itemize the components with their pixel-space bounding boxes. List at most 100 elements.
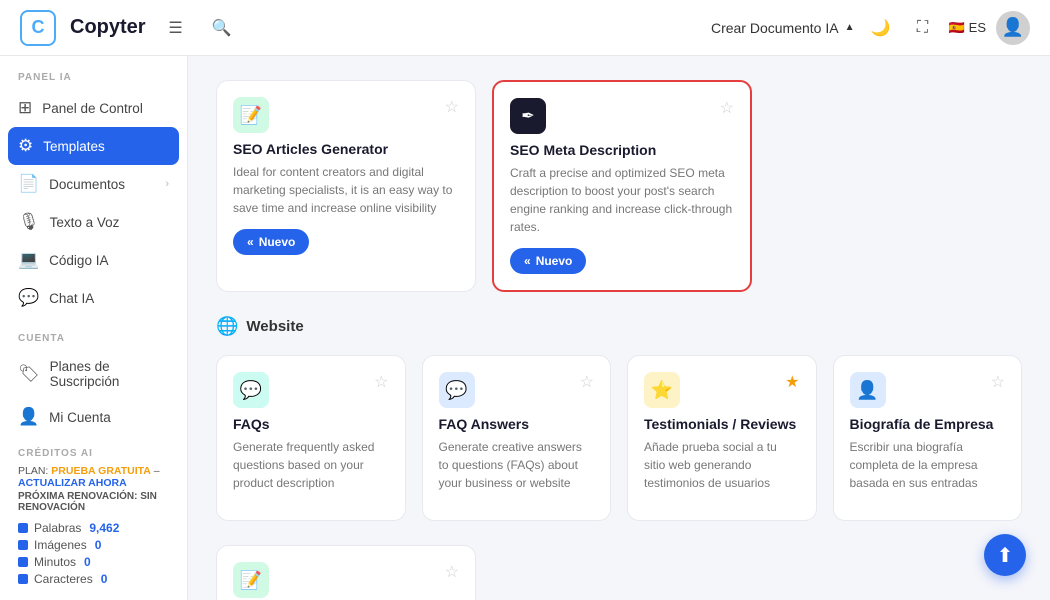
topbar-right: Crear Documento IA ▲ 🌙 ⛶ 🇪🇸 ES 👤	[711, 11, 1030, 45]
sidebar-item-mi-cuenta[interactable]: 👤 Mi Cuenta	[0, 398, 187, 436]
panel-ia-label: PANEL IA	[0, 56, 187, 89]
seo-articles-nuevo-button[interactable]: « Nuevo	[233, 229, 309, 255]
card-faq-answers-top: 💬 ☆	[439, 372, 595, 408]
palabras-dot	[18, 523, 28, 533]
card-boletines[interactable]: 📝 ☆ Generador de Boletines Genere un bol…	[216, 545, 476, 600]
card-faqs-top: 💬 ☆	[233, 372, 389, 408]
seo-meta-btn-icon: «	[524, 254, 531, 268]
codigo-ia-label: Código IA	[49, 253, 108, 268]
faqs-star[interactable]: ☆	[374, 372, 388, 392]
faq-answers-star[interactable]: ☆	[580, 372, 594, 392]
logo-letter: C	[32, 17, 45, 38]
card-biografia[interactable]: 👤 ☆ Biografía de Empresa Escribir una bi…	[833, 355, 1023, 521]
card-faq-answers[interactable]: 💬 ☆ FAQ Answers Generate creative answer…	[422, 355, 612, 521]
mi-cuenta-label: Mi Cuenta	[49, 410, 111, 425]
minutos-dot	[18, 557, 28, 567]
top-cards-grid: 📝 ☆ SEO Articles Generator Ideal for con…	[216, 80, 1022, 292]
seo-meta-nuevo-button[interactable]: « Nuevo	[510, 248, 586, 274]
sidebar-item-templates[interactable]: ⚙ Templates	[8, 127, 179, 165]
templates-label: Templates	[43, 139, 105, 154]
testimonials-desc: Añade prueba social a tu sitio web gener…	[644, 438, 800, 492]
planes-label: Planes de Suscripción	[50, 359, 169, 389]
credit-row-caracteres: Caracteres 0	[18, 572, 169, 586]
card-testimonials-top: ⭐ ★	[644, 372, 800, 408]
faq-answers-icon: 💬	[439, 372, 475, 408]
seo-articles-desc: Ideal for content creators and digital m…	[233, 163, 459, 217]
chat-ia-label: Chat IA	[49, 291, 94, 306]
plan-prefix: PLAN:	[18, 465, 48, 477]
imagenes-dot	[18, 540, 28, 550]
fullscreen-button[interactable]: ⛶	[906, 12, 938, 44]
theme-toggle-button[interactable]: 🌙	[864, 12, 896, 44]
topbar-left: C Copyter ☰ 🔍	[20, 10, 238, 46]
templates-icon: ⚙	[18, 136, 33, 156]
create-doc-chevron: ▲	[845, 22, 855, 33]
seo-articles-icon: 📝	[233, 97, 269, 133]
language-button[interactable]: 🇪🇸 ES	[948, 20, 986, 36]
sidebar-item-planes[interactable]: 🏷 Planes de Suscripción	[0, 350, 187, 398]
flag-icon: 🇪🇸	[948, 20, 964, 36]
documentos-icon: 📄	[18, 174, 39, 194]
seo-articles-title: SEO Articles Generator	[233, 141, 459, 157]
documentos-label: Documentos	[49, 177, 125, 192]
testimonials-icon: ⭐	[644, 372, 680, 408]
biografia-desc: Escribir una biografía completa de la em…	[850, 438, 1006, 492]
testimonials-title: Testimonials / Reviews	[644, 416, 800, 432]
palabras-label: Palabras	[34, 521, 81, 535]
biografia-icon: 👤	[850, 372, 886, 408]
card-seo-articles[interactable]: 📝 ☆ SEO Articles Generator Ideal for con…	[216, 80, 476, 292]
faqs-title: FAQs	[233, 416, 389, 432]
boletines-star[interactable]: ☆	[445, 562, 459, 582]
grid-icon: ⊞	[18, 98, 32, 118]
sidebar-item-texto-voz[interactable]: 🎙 Texto a Voz	[0, 203, 187, 241]
seo-meta-title: SEO Meta Description	[510, 142, 734, 158]
caracteres-label: Caracteres	[34, 572, 93, 586]
plan-name: PRUEBA GRATUITA	[51, 465, 151, 477]
faq-answers-desc: Generate creative answers to questions (…	[439, 438, 595, 492]
biografia-title: Biografía de Empresa	[850, 416, 1006, 432]
boletines-grid: 📝 ☆ Generador de Boletines Genere un bol…	[216, 545, 1022, 600]
credit-row-minutos: Minutos 0	[18, 555, 169, 569]
avatar[interactable]: 👤	[996, 11, 1030, 45]
boletines-icon: 📝	[233, 562, 269, 598]
lang-label: ES	[969, 20, 986, 35]
codigo-ia-icon: 💻	[18, 250, 39, 270]
hamburger-button[interactable]: ☰	[160, 12, 192, 44]
credit-row-imagenes: Imágenes 0	[18, 538, 169, 552]
sidebar-item-documentos[interactable]: 📄 Documentos ›	[0, 165, 187, 203]
chat-ia-icon: 💬	[18, 288, 39, 308]
renewal-line: PRÓXIMA RENOVACIÓN: SIN RENOVACIÓN	[18, 491, 169, 513]
card-biografia-top: 👤 ☆	[850, 372, 1006, 408]
palabras-value: 9,462	[89, 521, 119, 535]
sidebar-item-chat-ia[interactable]: 💬 Chat IA	[0, 279, 187, 317]
card-seo-meta[interactable]: ✒ ☆ SEO Meta Description Craft a precise…	[492, 80, 752, 292]
biografia-star[interactable]: ☆	[991, 372, 1005, 392]
minutos-value: 0	[84, 555, 91, 569]
sidebar-item-panel-control[interactable]: ⊞ Panel de Control	[0, 89, 187, 127]
website-heading: 🌐 Website	[216, 316, 1022, 337]
documentos-chevron: ›	[165, 178, 169, 190]
texto-voz-icon: 🎙	[18, 212, 40, 232]
seo-meta-icon: ✒	[510, 98, 546, 134]
search-button[interactable]: 🔍	[206, 12, 238, 44]
upgrade-link[interactable]: ACTUALIZAR AHORA	[18, 477, 127, 489]
seo-meta-star[interactable]: ☆	[720, 98, 734, 118]
cuenta-label: CUENTA	[0, 317, 187, 350]
main-layout: PANEL IA ⊞ Panel de Control ⚙ Templates …	[0, 56, 1050, 600]
sidebar-item-codigo-ia[interactable]: 💻 Código IA	[0, 241, 187, 279]
credits-label: CRÉDITOS AI	[18, 448, 169, 459]
card-seo-meta-top: ✒ ☆	[510, 98, 734, 134]
mi-cuenta-icon: 👤	[18, 407, 39, 427]
scroll-to-top-button[interactable]: ⬆	[984, 534, 1026, 576]
card-faqs[interactable]: 💬 ☆ FAQs Generate frequently asked quest…	[216, 355, 406, 521]
seo-articles-star[interactable]: ☆	[445, 97, 459, 117]
card-testimonials[interactable]: ⭐ ★ Testimonials / Reviews Añade prueba …	[627, 355, 817, 521]
create-doc-button[interactable]: Crear Documento IA ▲	[711, 20, 855, 36]
caracteres-dot	[18, 574, 28, 584]
planes-icon: 🏷	[18, 364, 40, 384]
seo-articles-btn-icon: «	[247, 235, 254, 249]
testimonials-star[interactable]: ★	[785, 372, 799, 392]
caracteres-value: 0	[101, 572, 108, 586]
plan-line: PLAN: PRUEBA GRATUITA – ACTUALIZAR AHORA	[18, 465, 169, 489]
faq-answers-title: FAQ Answers	[439, 416, 595, 432]
